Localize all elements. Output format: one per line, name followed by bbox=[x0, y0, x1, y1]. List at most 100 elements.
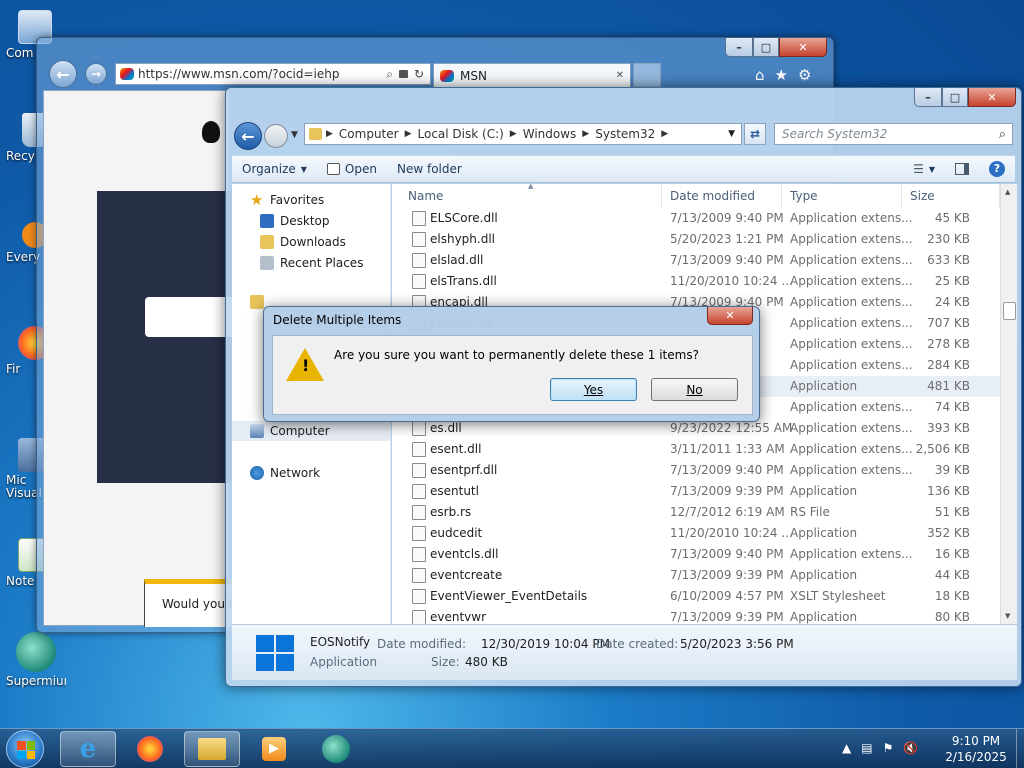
column-header-size[interactable]: Size bbox=[902, 184, 1000, 208]
tab-msn[interactable]: MSN ✕ bbox=[433, 63, 631, 87]
new-folder-button[interactable]: New folder bbox=[387, 162, 472, 176]
file-list-scrollbar[interactable]: ▲ ▼ bbox=[1000, 184, 1017, 624]
file-row[interactable]: elshyph.dll 5/20/2023 1:21 PM Application … bbox=[392, 229, 1000, 250]
windows-logo-icon bbox=[17, 741, 35, 759]
new-tab-button[interactable] bbox=[633, 63, 661, 87]
taskbar-windows-explorer[interactable] bbox=[184, 731, 240, 767]
show-desktop-button[interactable] bbox=[1016, 729, 1024, 768]
address-url: https://www.msn.com/?ocid=iehp bbox=[138, 67, 340, 81]
taskbar-supermium[interactable] bbox=[308, 731, 364, 767]
details-date-modified-label: Date modified: bbox=[377, 637, 467, 651]
help-button[interactable]: ? bbox=[979, 161, 1015, 177]
preview-pane-button[interactable] bbox=[945, 163, 979, 175]
file-row[interactable]: EventViewer_EventDetails 6/10/2009 4:57 P… bbox=[392, 586, 1000, 607]
yes-button[interactable]: Yes bbox=[550, 378, 637, 401]
tab-title: MSN bbox=[460, 68, 487, 83]
nav-computer[interactable]: Computer bbox=[232, 421, 390, 441]
back-button[interactable]: ← bbox=[49, 60, 77, 88]
explorer-minimize-button[interactable]: – bbox=[914, 88, 942, 107]
browser-close-button[interactable]: ✕ bbox=[779, 38, 827, 57]
help-icon: ? bbox=[989, 161, 1005, 177]
file-type: Application extens... bbox=[790, 358, 913, 372]
file-size: 2,506 KB bbox=[915, 442, 970, 456]
nav-favorites[interactable]: ★ Favorites bbox=[250, 190, 408, 210]
file-name: es.dll bbox=[430, 421, 462, 435]
breadcrumb-computer[interactable]: Computer bbox=[333, 127, 405, 141]
file-row[interactable]: elsTrans.dll 11/20/2010 10:24 ... Applicat… bbox=[392, 271, 1000, 292]
column-header-date-modified[interactable]: Date modified bbox=[662, 184, 782, 208]
tab-close-icon[interactable]: ✕ bbox=[616, 70, 624, 81]
file-row[interactable]: esent.dll 3/11/2011 1:33 AM Application ex… bbox=[392, 439, 1000, 460]
file-row[interactable]: esrb.rs 12/7/2012 6:19 AM RS File 51 KB bbox=[392, 502, 1000, 523]
action-center-flag-icon[interactable]: ⚑ bbox=[883, 741, 894, 755]
search-icon[interactable]: ⌕ bbox=[999, 127, 1006, 142]
no-button[interactable]: No bbox=[651, 378, 738, 401]
file-size: 278 KB bbox=[927, 337, 970, 351]
file-date: 7/13/2009 9:40 PM bbox=[670, 547, 784, 561]
open-button[interactable]: Open bbox=[317, 162, 387, 176]
computer-icon bbox=[250, 424, 264, 438]
file-row[interactable]: eventcls.dll 7/13/2009 9:40 PM Application… bbox=[392, 544, 1000, 565]
search-input[interactable]: Search System32 ⌕ bbox=[774, 123, 1013, 145]
address-bar[interactable]: https://www.msn.com/?ocid=iehp ⌕ ↻ bbox=[115, 63, 431, 85]
breadcrumb-local-disk[interactable]: Local Disk (C:) bbox=[412, 127, 510, 141]
dialog-close-button[interactable]: ✕ bbox=[707, 307, 753, 325]
view-options-button[interactable]: ☰ ▼ bbox=[903, 162, 945, 176]
forward-button[interactable]: → bbox=[85, 63, 107, 85]
delete-dialog[interactable]: Delete Multiple Items ✕ ! Are you sure y… bbox=[263, 306, 760, 422]
scroll-thumb[interactable] bbox=[1003, 302, 1016, 320]
show-hidden-icons-icon[interactable]: ▲ bbox=[842, 741, 851, 755]
taskbar-media-player[interactable]: ▶ bbox=[246, 731, 302, 767]
nav-network[interactable]: Network bbox=[250, 463, 408, 483]
search-icon[interactable]: ⌕ bbox=[386, 67, 393, 82]
file-row[interactable]: esentprf.dll 7/13/2009 9:40 PM Application… bbox=[392, 460, 1000, 481]
scroll-up-icon[interactable]: ▲ bbox=[1005, 188, 1010, 196]
refresh-button[interactable]: ⇄ bbox=[744, 123, 766, 145]
file-row[interactable]: eventcreate 7/13/2009 9:39 PM Application 4… bbox=[392, 565, 1000, 586]
desktop-icon-label: Supermium bbox=[6, 674, 66, 688]
file-row[interactable]: eudcedit 11/20/2010 10:24 ... Application 3… bbox=[392, 523, 1000, 544]
taskbar-internet-explorer[interactable]: e bbox=[60, 731, 116, 767]
clock[interactable]: 9:10 PM 2/16/2025 bbox=[936, 733, 1016, 765]
msn-search-box[interactable] bbox=[145, 297, 237, 337]
breadcrumb-system32[interactable]: System32 bbox=[589, 127, 661, 141]
settings-gear-icon[interactable]: ⚙ bbox=[798, 66, 811, 84]
file-date: 7/13/2009 9:39 PM bbox=[670, 568, 784, 582]
favorites-star-icon[interactable]: ★ bbox=[775, 66, 788, 84]
browser-minimize-button[interactable]: – bbox=[725, 38, 753, 57]
file-icon bbox=[412, 568, 426, 583]
start-button[interactable] bbox=[6, 730, 44, 768]
desktop-icon-supermium[interactable]: Supermium bbox=[6, 632, 66, 688]
browser-maximize-button[interactable]: □ bbox=[753, 38, 779, 57]
explorer-back-button[interactable]: ← bbox=[234, 122, 262, 150]
dialog-title: Delete Multiple Items bbox=[273, 313, 402, 327]
home-icon[interactable]: ⌂ bbox=[755, 66, 765, 84]
file-type: Application bbox=[790, 526, 858, 540]
explorer-maximize-button[interactable]: □ bbox=[942, 88, 968, 107]
breadcrumb-windows[interactable]: Windows bbox=[517, 127, 583, 141]
file-row[interactable]: ELSCore.dll 7/13/2009 9:40 PM Application … bbox=[392, 208, 1000, 229]
breadcrumb[interactable]: ▶ Computer ▶ Local Disk (C:) ▶ Windows ▶… bbox=[304, 123, 742, 145]
refresh-icon[interactable]: ↻ bbox=[414, 67, 424, 81]
file-size: 80 KB bbox=[934, 610, 970, 624]
details-size-label: Size: bbox=[431, 655, 460, 669]
scroll-down-icon[interactable]: ▼ bbox=[1005, 612, 1010, 620]
address-dropdown-icon[interactable]: ▼ bbox=[728, 129, 735, 139]
network-status-icon[interactable]: ▤ bbox=[861, 741, 872, 755]
organize-button[interactable]: Organize ▼ bbox=[232, 162, 317, 176]
file-size: 39 KB bbox=[934, 463, 970, 477]
file-date: 7/13/2009 9:40 PM bbox=[670, 463, 784, 477]
file-name: elslad.dll bbox=[430, 253, 484, 267]
file-row[interactable]: elslad.dll 7/13/2009 9:40 PM Application e… bbox=[392, 250, 1000, 271]
recent-pages-chevron-icon[interactable]: ▼ bbox=[291, 130, 298, 140]
file-row[interactable]: eventvwr 7/13/2009 9:39 PM Application 80 K… bbox=[392, 607, 1000, 624]
volume-muted-icon[interactable]: 🔇 bbox=[903, 741, 918, 755]
system-tray: ▲ ▤ ⚑ 🔇 bbox=[842, 741, 918, 755]
explorer-forward-button[interactable] bbox=[264, 124, 288, 148]
file-row[interactable]: esentutl 7/13/2009 9:39 PM Application 136 … bbox=[392, 481, 1000, 502]
explorer-close-button[interactable]: ✕ bbox=[968, 88, 1016, 107]
sort-ascending-icon: ▲ bbox=[528, 184, 534, 190]
column-header-type[interactable]: Type bbox=[782, 184, 902, 208]
taskbar-firefox[interactable] bbox=[122, 731, 178, 767]
msn-logo-icon bbox=[202, 121, 220, 143]
